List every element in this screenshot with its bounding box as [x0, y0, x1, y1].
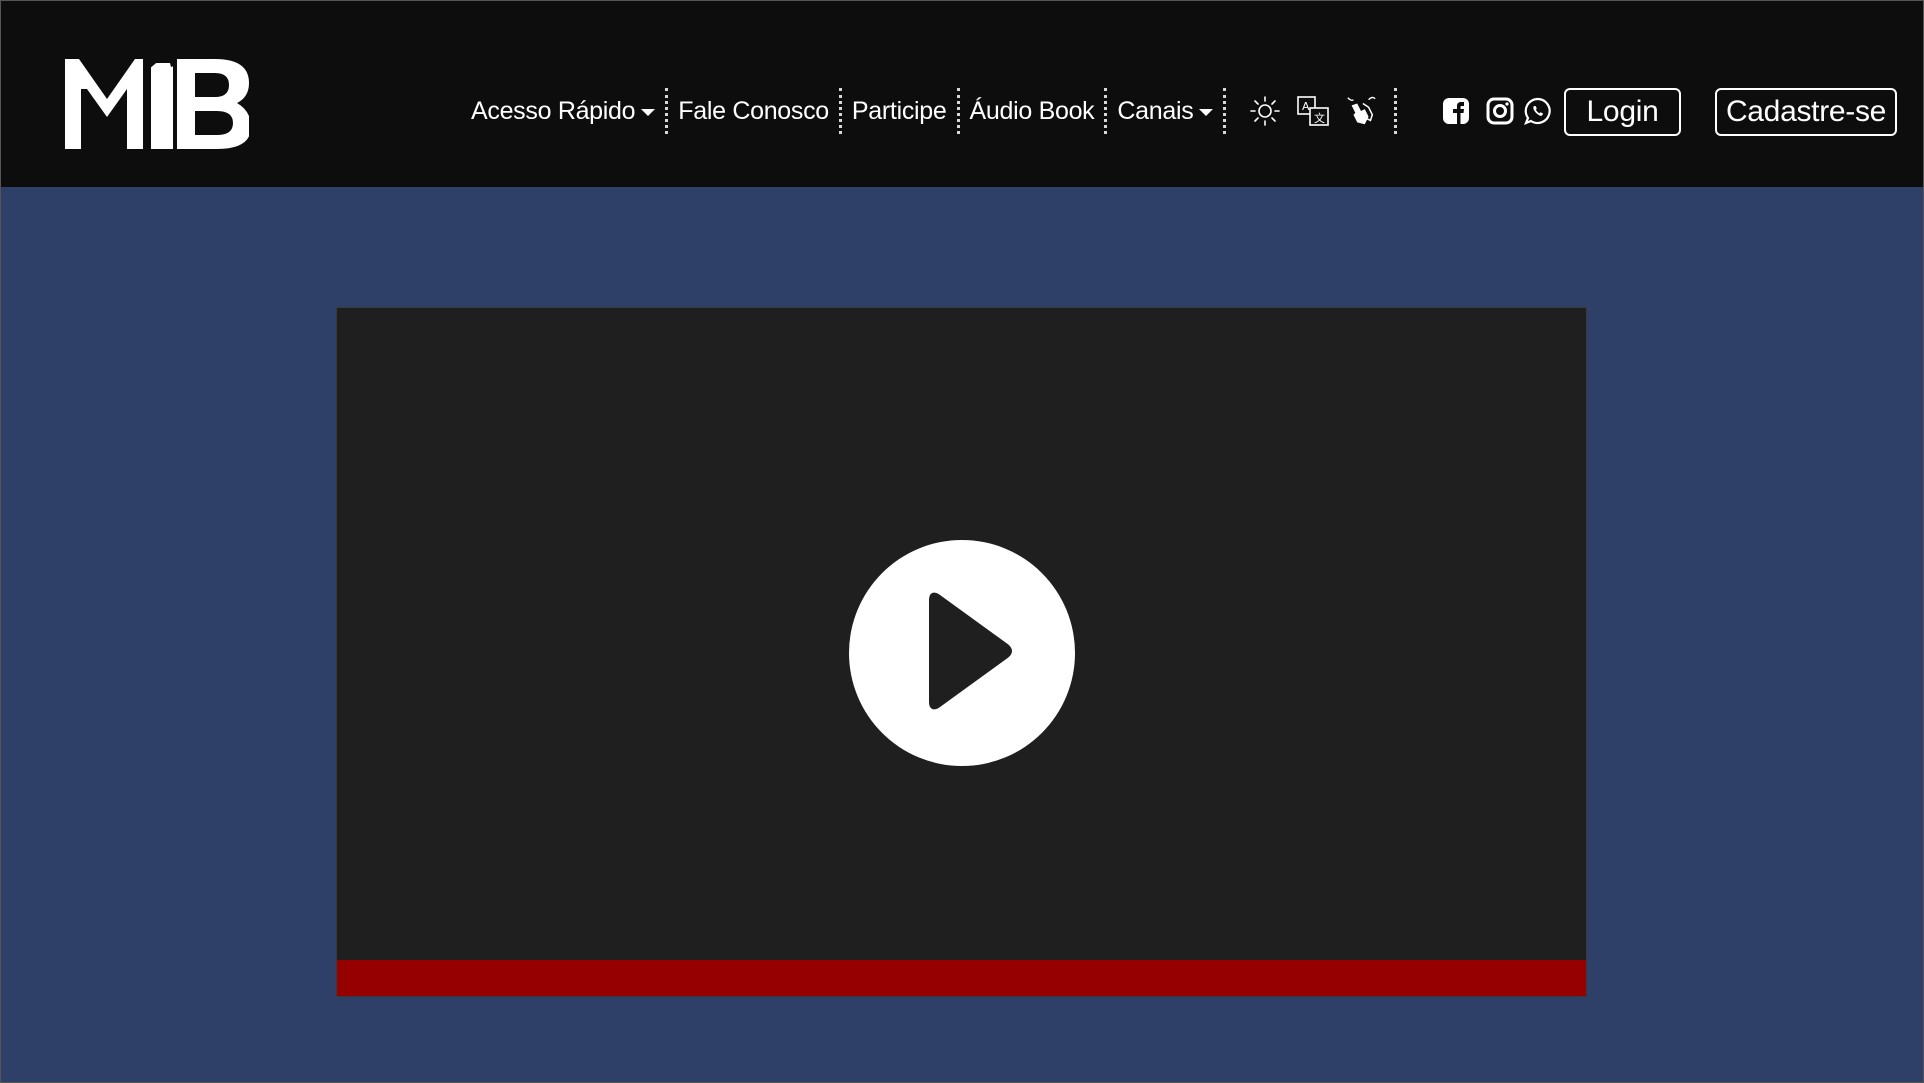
nav-audio-book[interactable]: Áudio Book	[970, 97, 1095, 126]
nav-audio-book-label: Áudio Book	[969, 96, 1095, 125]
page: Acesso Rápido Fale Conosco Participe Áud…	[0, 0, 1924, 1083]
video-player[interactable]	[336, 307, 1587, 997]
play-button[interactable]	[849, 540, 1075, 766]
chevron-down-icon	[1199, 109, 1214, 116]
login-button[interactable]: Login	[1564, 88, 1681, 136]
video-progress-bar[interactable]	[337, 960, 1586, 996]
nav-divider	[838, 88, 842, 134]
nav-canais[interactable]: Canais	[1117, 96, 1214, 126]
svg-text:A: A	[1302, 100, 1310, 113]
nav-fale-conosco-label: Fale Conosco	[678, 96, 829, 125]
nav-fale-conosco[interactable]: Fale Conosco	[678, 97, 829, 126]
nav-participe[interactable]: Participe	[852, 97, 947, 126]
nav-divider	[665, 88, 669, 134]
translate-icon[interactable]: A 文	[1296, 94, 1330, 128]
instagram-icon[interactable]	[1485, 96, 1515, 126]
nav-acesso-rapido[interactable]: Acesso Rápido	[471, 96, 656, 126]
nav-divider	[1223, 88, 1227, 134]
sign-language-icon[interactable]	[1344, 94, 1378, 128]
chevron-down-icon	[641, 109, 656, 116]
mib-logo[interactable]	[65, 59, 251, 151]
nav-divider	[956, 88, 960, 134]
nav-participe-label: Participe	[851, 96, 947, 125]
site-header: Acesso Rápido Fale Conosco Participe Áud…	[1, 1, 1923, 187]
facebook-icon[interactable]	[1441, 96, 1471, 126]
logo-icon	[65, 59, 251, 149]
svg-text:文: 文	[1314, 111, 1325, 125]
main-nav: Acesso Rápido Fale Conosco Participe Áud…	[471, 88, 1553, 134]
signup-button[interactable]: Cadastre-se	[1715, 88, 1897, 136]
play-icon	[929, 592, 1012, 710]
nav-divider	[1394, 88, 1398, 134]
nav-acesso-rapido-label: Acesso Rápido	[471, 96, 636, 125]
whatsapp-icon[interactable]	[1523, 96, 1553, 126]
nav-canais-label: Canais	[1117, 96, 1194, 125]
nav-divider	[1104, 88, 1108, 134]
brightness-icon[interactable]	[1248, 94, 1282, 128]
